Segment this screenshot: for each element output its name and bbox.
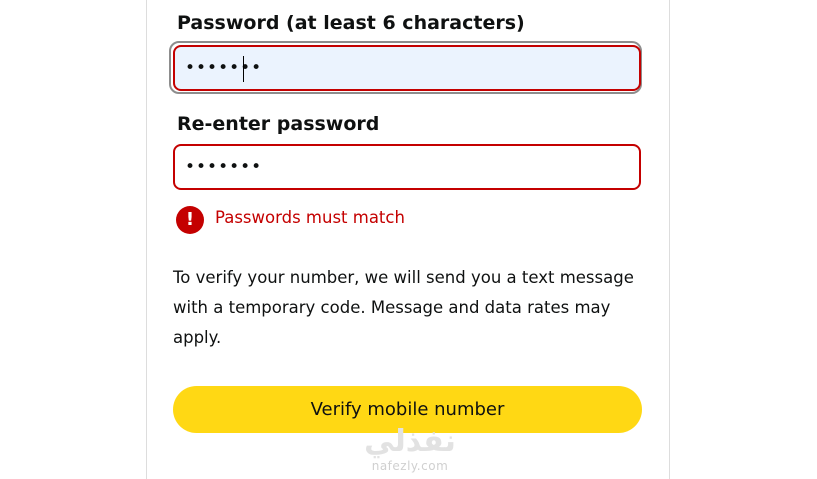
error-icon: ! [176, 206, 204, 234]
reenter-password-input[interactable]: ••••••• [173, 144, 641, 190]
error-message: Passwords must match [215, 208, 405, 227]
watermark-arabic-text: نفذلي [364, 424, 456, 459]
page: Password (at least 6 characters) •••••••… [0, 0, 817, 479]
password-label: Password (at least 6 characters) [177, 12, 525, 34]
watermark-latin-text: nafezly.com [371, 459, 449, 473]
reenter-password-label: Re-enter password [177, 113, 380, 135]
text-caret [243, 56, 244, 82]
verification-info-text: To verify your number, we will send you … [173, 268, 634, 347]
watermark-logo: نفذلي nafezly.com [340, 424, 480, 474]
